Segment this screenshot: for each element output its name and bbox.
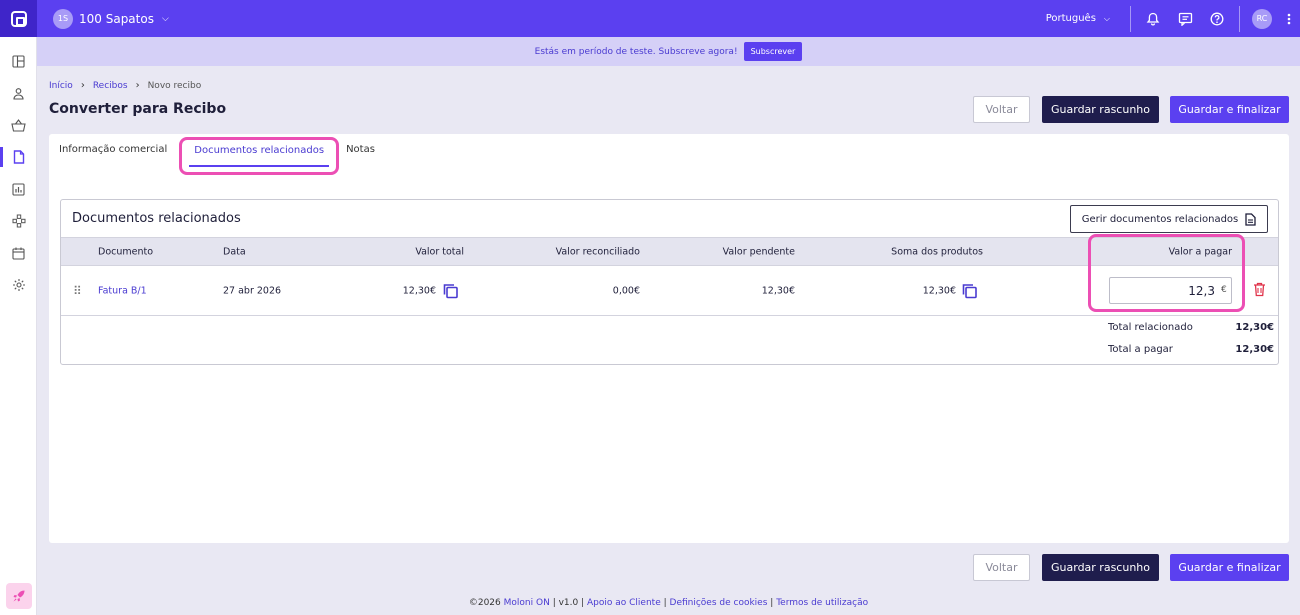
settings-gear-icon[interactable] (0, 269, 37, 301)
trash-icon[interactable] (1253, 282, 1266, 297)
related-documents-panel: Documentos relacionados Gerir documentos… (60, 199, 1279, 365)
breadcrumb-home[interactable]: Início (49, 81, 73, 91)
contacts-icon[interactable] (0, 77, 37, 109)
sidebar (0, 37, 37, 615)
help-icon[interactable] (1201, 0, 1233, 37)
footer-terms-link[interactable]: Termos de utilização (776, 598, 868, 608)
amount-to-pay-input[interactable] (1109, 277, 1232, 304)
save-finalize-button[interactable]: Guardar e finalizar (1170, 96, 1289, 123)
message-icon[interactable] (1169, 0, 1201, 37)
more-vertical-icon[interactable] (1278, 0, 1300, 37)
trial-message: Estás em período de teste. Subscreve ago… (534, 46, 738, 57)
panel-title: Documentos relacionados (72, 211, 241, 226)
trial-banner: Estás em período de teste. Subscreve ago… (37, 37, 1300, 66)
footer-copyright: ©2026 (468, 598, 501, 608)
user-avatar[interactable]: RC (1246, 0, 1278, 37)
chevron-right-icon: › (135, 80, 140, 91)
company-name: 100 Sapatos (79, 11, 154, 26)
manage-button-label: Gerir documentos relacionados (1081, 213, 1239, 225)
total-related-label: Total relacionado (1108, 322, 1193, 333)
basket-icon[interactable] (0, 109, 37, 141)
app-logo[interactable] (0, 0, 37, 37)
top-actions: Voltar Guardar rascunho Guardar e finali… (973, 96, 1289, 123)
footer-brand-link[interactable]: Moloni ON (504, 598, 550, 608)
tab-highlight: Documentos relacionados (179, 137, 340, 175)
col-products-sum[interactable]: Soma dos produtos (891, 246, 983, 257)
top-bar: 1S 100 Sapatos ⌵ Português ⌵ RC (0, 0, 1300, 37)
main-card: Informação comercial Documentos relacion… (49, 134, 1289, 543)
calendar-icon[interactable] (0, 237, 37, 269)
cell-total: 12,30€ (402, 285, 436, 296)
tab-commercial-info[interactable]: Informação comercial (59, 144, 167, 175)
copy-icon (443, 283, 458, 298)
footer-support-link[interactable]: Apoio ao Cliente (587, 598, 661, 608)
back-button[interactable]: Voltar (973, 96, 1030, 123)
documents-icon[interactable] (0, 141, 37, 173)
page-title: Converter para Recibo (49, 101, 227, 117)
chevron-down-icon: ⌵ (161, 13, 169, 24)
subscribe-button[interactable]: Subscrever (743, 42, 803, 61)
tab-related-documents[interactable]: Documentos relacionados (189, 142, 330, 167)
reports-icon[interactable] (0, 173, 37, 205)
tab-notes[interactable]: Notas (346, 144, 375, 175)
bell-icon[interactable] (1137, 0, 1169, 37)
col-pending[interactable]: Valor pendente (723, 246, 795, 257)
copy-icon (962, 283, 977, 298)
chevron-down-icon: ⌵ (1103, 13, 1110, 23)
breadcrumb-receipts[interactable]: Recibos (93, 81, 128, 91)
drag-handle-icon[interactable]: ⠿ (73, 284, 82, 298)
total-to-pay-value: 12,30€ (1235, 344, 1274, 355)
save-finalize-button[interactable]: Guardar e finalizar (1170, 554, 1289, 581)
cell-pending: 12,30€ (761, 285, 795, 296)
cell-products-sum: 12,30€ (922, 285, 956, 296)
rocket-icon[interactable] (6, 583, 32, 609)
company-badge: 1S (53, 8, 73, 29)
save-draft-button[interactable]: Guardar rascunho (1042, 554, 1159, 581)
breadcrumb-current: Novo recibo (147, 80, 202, 91)
divider (1130, 5, 1131, 32)
bottom-actions: Voltar Guardar rascunho Guardar e finali… (973, 554, 1289, 581)
language-selector[interactable]: Português ⌵ (1046, 13, 1110, 24)
avatar: RC (1252, 8, 1272, 29)
chevron-right-icon: › (80, 80, 85, 91)
currency-symbol: € (1221, 285, 1227, 295)
back-button[interactable]: Voltar (973, 554, 1030, 581)
total-to-pay-label: Total a pagar (1108, 344, 1173, 355)
breadcrumb: Início › Recibos › Novo recibo (49, 80, 201, 91)
tab-bar: Informação comercial Documentos relacion… (59, 137, 375, 175)
company-selector[interactable]: 1S 100 Sapatos ⌵ (53, 8, 169, 29)
col-document[interactable]: Documento (98, 246, 153, 257)
footer-cookies-link[interactable]: Definições de cookies (670, 598, 768, 608)
save-draft-button[interactable]: Guardar rascunho (1042, 96, 1159, 123)
dashboard-icon[interactable] (0, 45, 37, 77)
footer-version: v1.0 (558, 598, 579, 608)
cell-reconciled: 0,00€ (612, 285, 640, 296)
manage-related-documents-button[interactable]: Gerir documentos relacionados (1070, 205, 1268, 233)
document-icon (1245, 212, 1256, 226)
col-total[interactable]: Valor total (415, 246, 464, 257)
col-reconciled[interactable]: Valor reconciliado (556, 246, 640, 257)
footer: ©2026 Moloni ON | v1.0 | Apoio ao Client… (468, 598, 869, 608)
col-date[interactable]: Data (223, 246, 246, 257)
divider (1239, 5, 1240, 32)
integrations-icon[interactable] (0, 205, 37, 237)
language-label: Português (1045, 13, 1096, 24)
document-link[interactable]: Fatura B/1 (98, 285, 147, 296)
total-related-value: 12,30€ (1235, 322, 1274, 333)
cell-date: 27 abr 2026 (223, 285, 282, 296)
